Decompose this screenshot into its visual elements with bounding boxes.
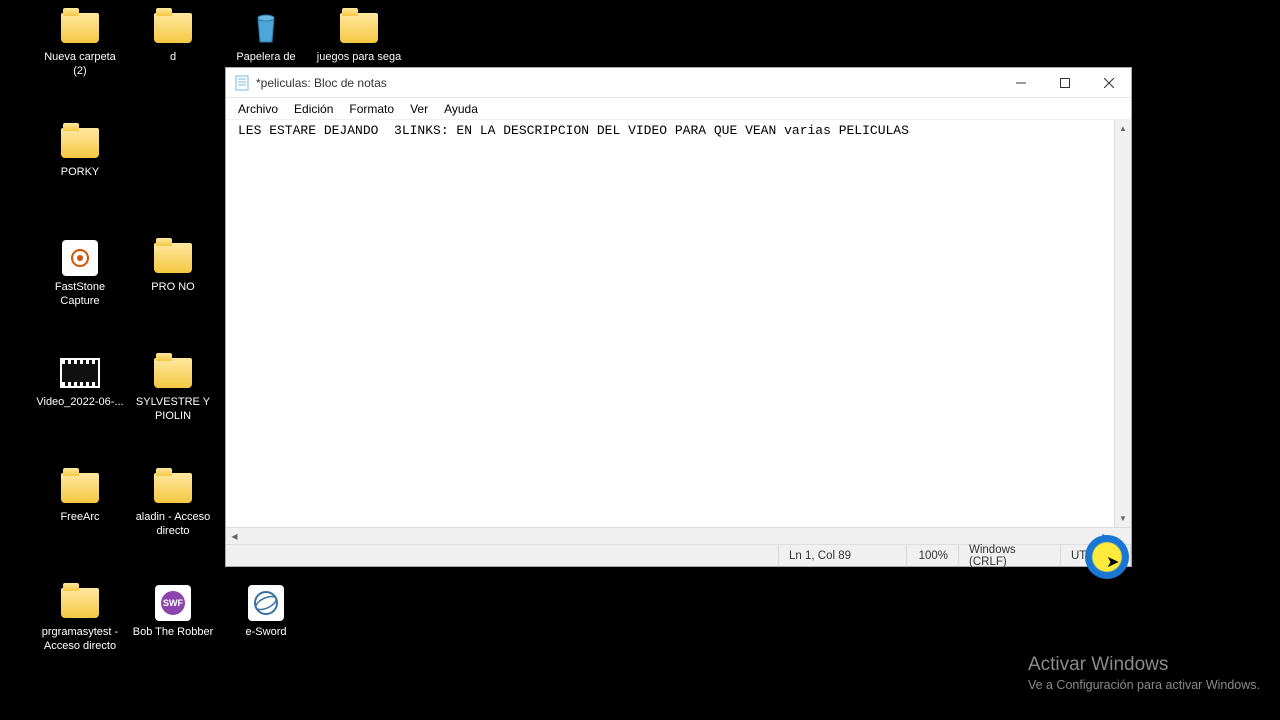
- watermark-title: Activar Windows: [1028, 654, 1260, 676]
- menu-archivo[interactable]: Archivo: [230, 100, 286, 118]
- status-zoom: 100%: [907, 545, 959, 566]
- status-eol: Windows (CRLF): [959, 545, 1061, 566]
- swf-icon: SWF: [153, 585, 193, 621]
- esword-icon: [246, 585, 286, 621]
- folder-icon: [153, 470, 193, 506]
- menubar: Archivo Edición Formato Ver Ayuda: [226, 98, 1131, 120]
- desktop-icon-video-2022-06[interactable]: Video_2022-06-...: [35, 355, 125, 409]
- activate-windows-watermark: Activar Windows Ve a Configuración para …: [1028, 654, 1260, 692]
- status-encoding: UTF-8: [1061, 545, 1131, 566]
- folder-icon: [60, 585, 100, 621]
- icon-label: SYLVESTRE Y PIOLIN: [129, 395, 217, 424]
- folder-icon: [153, 10, 193, 46]
- desktop-icon-d[interactable]: d: [128, 10, 218, 64]
- folder-icon: [153, 240, 193, 276]
- desktop-icon-freearc[interactable]: FreeArc: [35, 470, 125, 524]
- desktop-icon-prgramasytest-acceso-directo[interactable]: prgramasytest - Acceso directo: [35, 585, 125, 654]
- folder-special-icon: [60, 470, 100, 506]
- desktop-icon-pro-no[interactable]: PRO NO: [128, 240, 218, 294]
- close-button[interactable]: [1087, 68, 1131, 98]
- desktop-icon-bob-the-robber[interactable]: SWF Bob The Robber: [128, 585, 218, 639]
- vertical-scrollbar[interactable]: ▲ ▼: [1114, 120, 1131, 527]
- desktop-icon-nueva-carpeta-2[interactable]: Nueva carpeta (2): [35, 10, 125, 79]
- icon-label: Papelera de: [236, 50, 295, 64]
- folder-icon: [60, 10, 100, 46]
- icon-label: FastStone Capture: [36, 280, 124, 309]
- scroll-up-icon[interactable]: ▲: [1115, 120, 1131, 137]
- icon-label: Video_2022-06-...: [36, 395, 123, 409]
- menu-ver[interactable]: Ver: [402, 100, 436, 118]
- desktop-icon-aladin-acceso-directo[interactable]: aladin - Acceso directo: [128, 470, 218, 539]
- icon-label: prgramasytest - Acceso directo: [36, 625, 124, 654]
- horizontal-scrollbar[interactable]: ◀ ▶: [226, 527, 1131, 544]
- video-icon: [60, 355, 100, 391]
- window-title: *peliculas: Bloc de notas: [256, 76, 999, 90]
- app-icon: [60, 240, 100, 276]
- notepad-window: *peliculas: Bloc de notas Archivo Edició…: [225, 67, 1132, 567]
- icon-label: Nueva carpeta (2): [36, 50, 124, 79]
- icon-label: Bob The Robber: [133, 625, 214, 639]
- watermark-subtitle: Ve a Configuración para activar Windows.: [1028, 678, 1260, 692]
- recycle-icon: [246, 10, 286, 46]
- folder-icon: [60, 125, 100, 161]
- menu-edicion[interactable]: Edición: [286, 100, 341, 118]
- icon-label: FreeArc: [60, 510, 99, 524]
- desktop-icon-sylvestre-y-piolin[interactable]: SYLVESTRE Y PIOLIN: [128, 355, 218, 424]
- statusbar: Ln 1, Col 89 100% Windows (CRLF) UTF-8: [226, 544, 1131, 566]
- icon-label: e-Sword: [246, 625, 287, 639]
- folder-icon: [153, 355, 193, 391]
- icon-label: aladin - Acceso directo: [129, 510, 217, 539]
- desktop-icon-faststone-capture[interactable]: FastStone Capture: [35, 240, 125, 309]
- menu-formato[interactable]: Formato: [341, 100, 402, 118]
- icon-label: PRO NO: [151, 280, 194, 294]
- desktop-icon-juegos-para-sega[interactable]: juegos para sega: [314, 10, 404, 64]
- notepad-icon: [234, 75, 250, 91]
- titlebar[interactable]: *peliculas: Bloc de notas: [226, 68, 1131, 98]
- desktop-icon-porky[interactable]: PORKY: [35, 125, 125, 179]
- menu-ayuda[interactable]: Ayuda: [436, 100, 486, 118]
- desktop-icon-papelera-de[interactable]: Papelera de: [221, 10, 311, 64]
- icon-label: PORKY: [61, 165, 100, 179]
- desktop-icon-e-sword[interactable]: e-Sword: [221, 585, 311, 639]
- maximize-button[interactable]: [1043, 68, 1087, 98]
- scroll-left-icon[interactable]: ◀: [226, 528, 243, 544]
- icon-label: juegos para sega: [317, 50, 401, 64]
- status-position: Ln 1, Col 89: [779, 545, 907, 566]
- minimize-button[interactable]: [999, 68, 1043, 98]
- scroll-down-icon[interactable]: ▼: [1115, 510, 1131, 527]
- editor-textarea[interactable]: [226, 120, 1114, 527]
- folder-icon: [339, 10, 379, 46]
- scroll-right-icon[interactable]: ▶: [1097, 528, 1114, 544]
- icon-label: d: [170, 50, 176, 64]
